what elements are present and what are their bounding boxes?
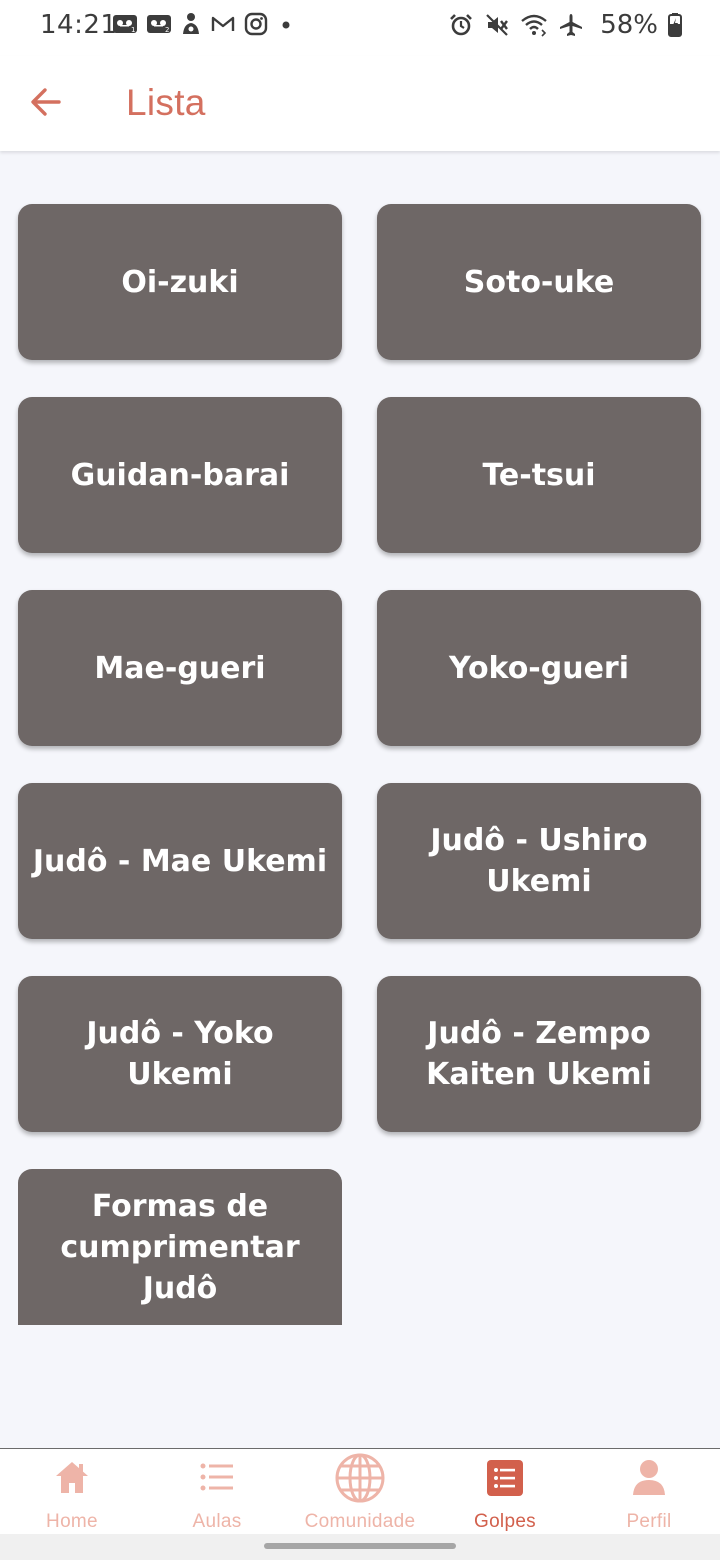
svg-text:1: 1 [131,26,135,34]
move-card[interactable]: Mae-gueri [18,590,342,746]
move-card-label: Mae-gueri [94,650,266,686]
svg-text:2: 2 [165,26,169,34]
app-notification-icon [180,12,202,36]
move-card[interactable]: Judô - Zempo Kaiten Ukemi [377,976,701,1132]
dot-icon [276,13,296,35]
move-card-label: Judô - Mae Ukemi [32,843,328,879]
nav-item-golpes[interactable]: Golpes [433,1449,577,1535]
status-bar: 14:21 1 2 58% [0,0,720,56]
move-card-label: Yoko-gueri [448,650,630,686]
move-card-label: Formas de cumprimentar Judô [60,1188,300,1306]
moves-grid: Oi-zuki Soto-uke Guidan-barai Te-tsui Ma… [18,204,702,1325]
move-card[interactable]: Guidan-barai [18,397,342,553]
page-title: Lista [126,82,206,123]
move-card-label: Guidan-barai [70,457,290,493]
move-card[interactable]: Yoko-gueri [377,590,701,746]
nav-label: Golpes [473,1511,536,1532]
gesture-area [0,1534,720,1560]
move-card[interactable]: Judô - Yoko Ukemi [18,976,342,1132]
move-card[interactable]: Soto-uke [377,204,701,360]
notification-icons: 1 2 [112,12,296,36]
move-card-label: Te-tsui [482,457,596,493]
move-card[interactable]: Formas de cumprimentar Judô [18,1169,342,1325]
move-card[interactable]: Oi-zuki [18,204,342,360]
nav-item-aulas[interactable]: Aulas [145,1449,289,1535]
move-card[interactable]: Judô - Mae Ukemi [18,783,342,939]
battery-charging-icon [668,12,682,38]
list-icon [197,1457,237,1497]
move-card-label: Judô - Yoko Ukemi [86,1016,274,1092]
home-icon [52,1457,92,1497]
arrow-left-icon [31,88,61,116]
gesture-handle[interactable] [264,1543,456,1549]
gmail-icon [210,13,236,35]
bottom-nav: Home Aulas Comunidade Golpes Perfil [0,1448,720,1534]
status-time: 14:21 [40,10,118,40]
mute-icon [484,12,510,38]
move-card-label: Oi-zuki [121,264,239,300]
list-box-icon [486,1459,524,1497]
airplane-icon [558,12,584,38]
nav-label: Perfil [626,1511,672,1532]
globe-icon [333,1451,387,1505]
voicemail-2-icon: 2 [146,13,172,35]
move-card[interactable]: Te-tsui [377,397,701,553]
nav-item-home[interactable]: Home [0,1449,144,1535]
app-bar: Lista [0,56,720,151]
move-card-label: Judô - Ushiro Ukemi [430,823,648,899]
nav-label: Comunidade [304,1511,416,1532]
alarm-icon [448,12,474,38]
battery-percent: 58% [600,10,658,40]
move-card[interactable]: Judô - Ushiro Ukemi [377,783,701,939]
nav-item-perfil[interactable]: Perfil [577,1449,720,1535]
person-icon [629,1457,669,1497]
move-card-label: Judô - Zempo Kaiten Ukemi [426,1016,652,1092]
instagram-icon [244,12,268,36]
voicemail-icon: 1 [112,13,138,35]
nav-label: Aulas [192,1511,242,1532]
system-icons: 58% [448,10,682,40]
nav-item-comunidade[interactable]: Comunidade [288,1449,432,1535]
back-button[interactable] [26,82,66,122]
nav-label: Home [46,1511,98,1532]
move-card-label: Soto-uke [463,264,615,300]
wifi-icon [520,12,548,38]
